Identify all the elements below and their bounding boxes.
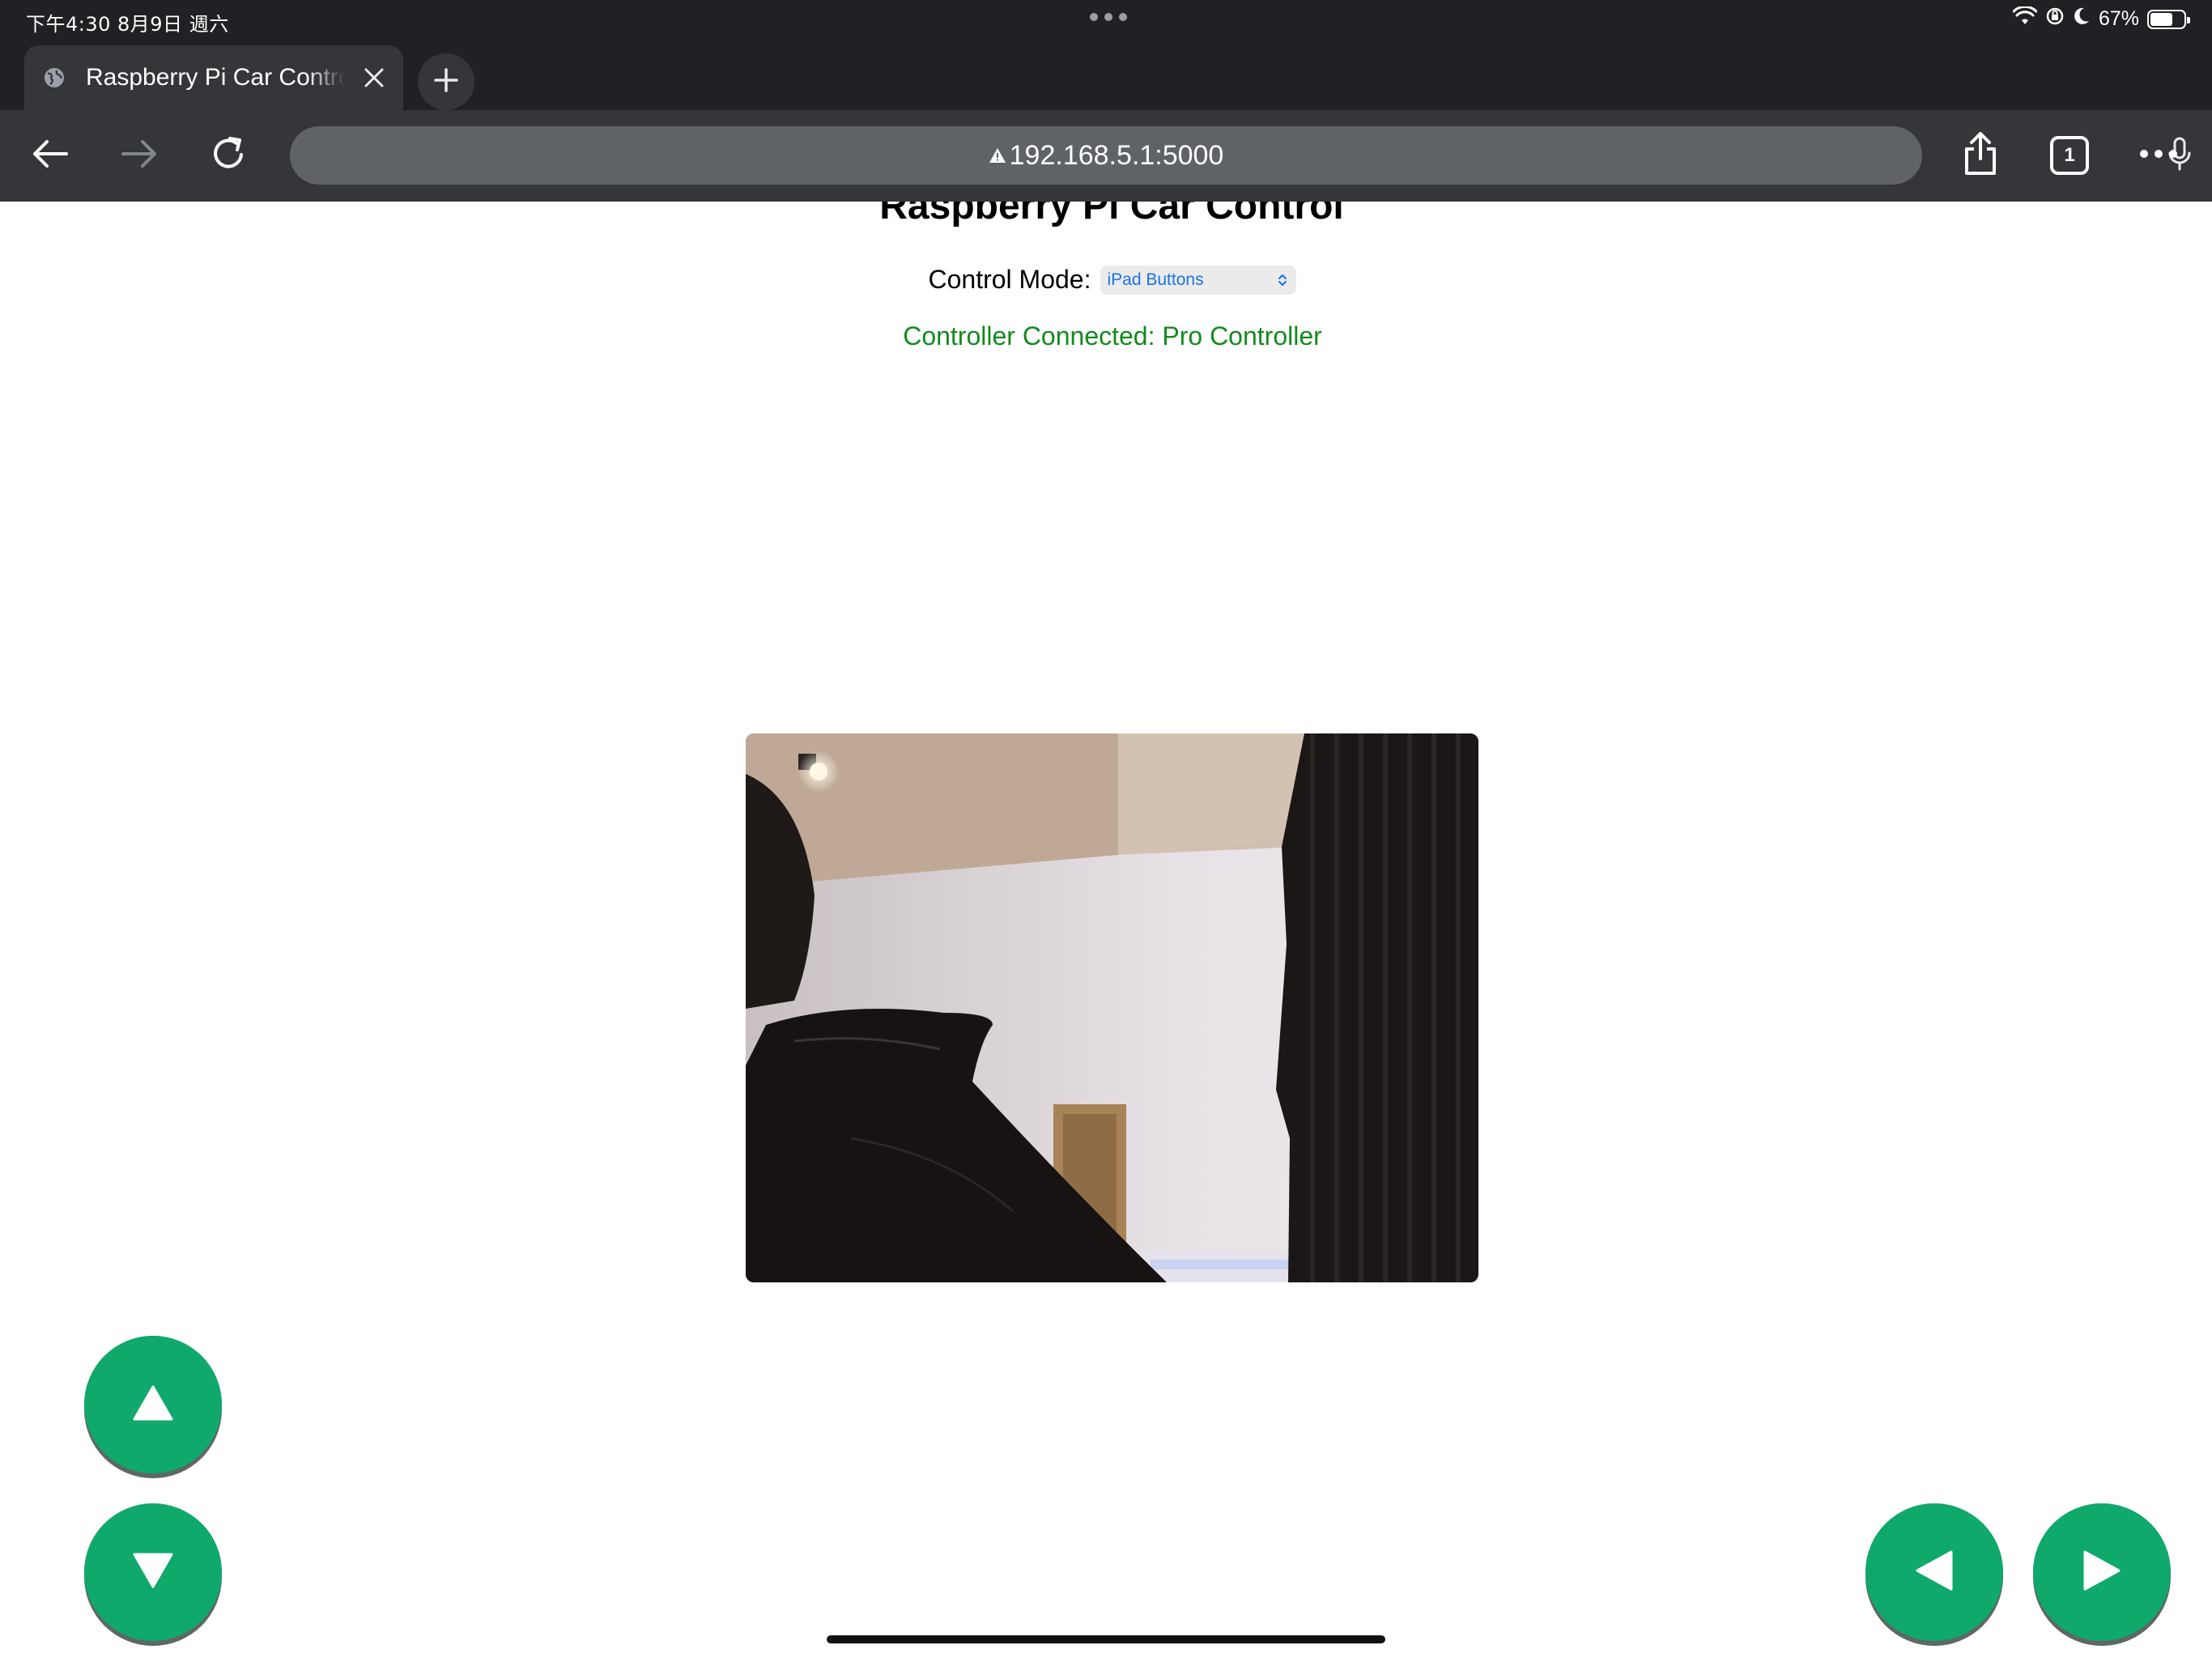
tab-strip: Raspberry Pi Car Control <box>0 39 2212 110</box>
tab-title: Raspberry Pi Car Control <box>86 64 345 91</box>
control-mode-label: Control Mode: <box>928 265 1091 294</box>
browser-tab[interactable]: Raspberry Pi Car Control <box>24 45 403 110</box>
status-indicators: 67% <box>2012 5 2190 32</box>
home-indicator[interactable] <box>827 1635 1385 1643</box>
more-menu-button[interactable] <box>2134 131 2183 180</box>
backward-button-face[interactable] <box>84 1503 222 1641</box>
back-button[interactable] <box>26 131 74 180</box>
tab-switcher-button[interactable]: 1 <box>2045 131 2094 180</box>
select-chevron-icon <box>1274 270 1291 290</box>
forward-arrow-icon <box>120 138 159 174</box>
battery-icon <box>2147 9 2190 29</box>
forward-button-face[interactable] <box>84 1336 222 1473</box>
control-mode-selected-value: iPad Buttons <box>1107 270 1204 289</box>
browser-chrome: 下午4:30 8月9日 週六 67% Raspberry Pi Car Cont… <box>0 0 2212 202</box>
address-bar-text[interactable]: 192.168.5.1:5000 <box>290 126 1922 185</box>
new-tab-button[interactable] <box>418 53 474 110</box>
right-arrow-icon <box>2083 1550 2121 1595</box>
status-time-date: 下午4:30 8月9日 週六 <box>26 13 229 36</box>
plus-icon <box>433 67 459 97</box>
camera-video-feed <box>746 733 1478 1282</box>
turn-right-button[interactable] <box>2033 1503 2171 1646</box>
reload-icon <box>209 134 249 178</box>
left-arrow-icon <box>1916 1550 1953 1595</box>
share-button[interactable] <box>1956 131 2005 180</box>
globe-icon <box>42 66 66 90</box>
control-mode-select[interactable]: iPad Buttons <box>1100 265 1297 295</box>
url-text: 192.168.5.1:5000 <box>1009 139 1224 171</box>
battery-percent: 67% <box>2098 7 2139 30</box>
browser-toolbar: 192.168.5.1:5000 1 <box>0 110 2212 202</box>
web-page: Raspberry Pi Car Control Control Mode: i… <box>0 202 2212 1658</box>
turn-left-button-face[interactable] <box>1865 1503 2003 1641</box>
share-icon <box>1962 131 1999 181</box>
orientation-lock-icon <box>2045 6 2065 32</box>
close-tab-icon[interactable] <box>359 63 389 92</box>
backward-button[interactable] <box>84 1503 222 1646</box>
turn-left-button[interactable] <box>1865 1503 2003 1646</box>
controller-status: Controller Connected: Pro Controller <box>903 321 1322 351</box>
more-options-icon <box>2139 148 2178 163</box>
not-secure-warning-icon[interactable] <box>989 147 1006 164</box>
status-bar: 下午4:30 8月9日 週六 67% <box>0 0 2212 39</box>
forward-button[interactable] <box>115 131 164 180</box>
address-bar[interactable]: 192.168.5.1:5000 <box>290 126 2191 185</box>
back-arrow-icon <box>31 138 70 174</box>
forward-button[interactable] <box>84 1336 222 1478</box>
turn-right-button-face[interactable] <box>2033 1503 2171 1641</box>
down-arrow-icon <box>133 1553 173 1592</box>
reload-button[interactable] <box>205 131 253 180</box>
up-arrow-icon <box>133 1385 173 1425</box>
camera-frame-image <box>746 733 1478 1282</box>
multitasking-dots[interactable] <box>1090 13 1127 21</box>
tab-count: 1 <box>2050 136 2089 175</box>
control-mode-row: Control Mode: iPad Buttons <box>0 265 2212 295</box>
wifi-icon <box>2012 5 2038 32</box>
page-title: Raspberry Pi Car Control <box>879 202 1344 227</box>
moon-icon <box>2073 6 2091 32</box>
